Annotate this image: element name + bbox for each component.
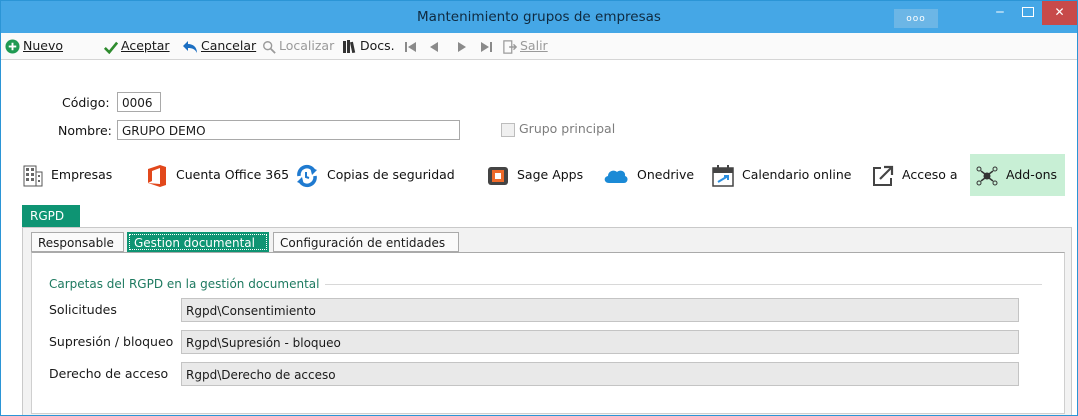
grupo-principal-label: Grupo principal: [519, 121, 616, 136]
undo-arrow-icon: [183, 40, 197, 53]
docs-label: Docs.: [360, 38, 395, 53]
group-title: Carpetas del RGPD en la gestión document…: [49, 277, 326, 291]
external-link-icon: [873, 165, 894, 186]
next-record-icon: [458, 41, 466, 52]
checkmark-icon: [104, 41, 118, 54]
maximize-button[interactable]: [1014, 1, 1042, 25]
addons-icon: [976, 166, 998, 185]
office-icon: [148, 164, 166, 187]
grupo-principal-checkbox[interactable]: [501, 123, 515, 137]
sage-apps-icon: [488, 166, 508, 185]
localizar-button[interactable]: Localizar: [262, 33, 334, 59]
minimize-button[interactable]: ‒: [986, 1, 1014, 25]
app-onedrive-label: Onedrive: [637, 167, 695, 182]
codigo-field[interactable]: 0006: [117, 92, 161, 112]
derecho-acceso-label: Derecho de acceso: [49, 366, 169, 381]
tab-rgpd[interactable]: RGPD: [22, 205, 80, 227]
nuevo-button[interactable]: Nuevo: [5, 33, 63, 59]
app-empresas-label: Empresas: [51, 167, 113, 182]
apps-bar: Empresas Cuenta Office 365 Copias de seg…: [1, 154, 1077, 196]
tab-configuracion-entidades[interactable]: Configuración de entidades: [273, 232, 459, 252]
gestion-documental-content: Carpetas del RGPD en la gestión document…: [31, 252, 1065, 414]
last-record-icon: [481, 41, 492, 52]
app-copias[interactable]: Copias de seguridad: [295, 154, 455, 196]
solicitudes-field[interactable]: Rgpd\Consentimiento: [181, 298, 1019, 322]
building-icon: [23, 165, 43, 186]
app-sage-apps[interactable]: Sage Apps: [487, 154, 583, 196]
aceptar-label: Aceptar: [121, 38, 170, 53]
cloud-icon: [604, 170, 628, 183]
toolbar: Nuevo Aceptar Cancelar Localizar Docs. S…: [1, 33, 1077, 60]
last-record-button[interactable]: [480, 33, 492, 59]
localizar-label: Localizar: [279, 38, 335, 53]
books-icon: [343, 40, 356, 53]
tab-gestion-documental[interactable]: Gestion documental: [127, 232, 269, 252]
title-options-button[interactable]: ooo: [894, 9, 938, 28]
app-acceso[interactable]: Acceso a: [872, 154, 958, 196]
docs-button[interactable]: Docs.: [343, 33, 395, 59]
cancelar-button[interactable]: Cancelar: [182, 33, 256, 59]
close-button[interactable]: ✕: [1042, 1, 1077, 25]
nuevo-label: Nuevo: [23, 38, 64, 53]
codigo-label: Código:: [62, 95, 110, 110]
salir-button[interactable]: Salir: [503, 33, 548, 59]
aceptar-button[interactable]: Aceptar: [104, 33, 170, 59]
app-office365[interactable]: Cuenta Office 365: [146, 154, 289, 196]
app-sage-apps-label: Sage Apps: [517, 167, 584, 182]
next-record-button[interactable]: [457, 33, 467, 59]
app-office365-label: Cuenta Office 365: [176, 167, 290, 182]
main-window: Mantenimiento grupos de empresas ooo ‒ ✕…: [0, 0, 1078, 416]
first-record-button[interactable]: [405, 33, 417, 59]
rgpd-panel: Responsable Gestion documental Configura…: [22, 227, 1072, 415]
app-acceso-label: Acceso a: [902, 167, 958, 182]
app-addons[interactable]: Add-ons: [970, 154, 1066, 196]
solicitudes-label: Solicitudes: [49, 302, 117, 317]
supresion-label: Supresión / bloqueo: [49, 334, 174, 349]
app-calendario[interactable]: Calendario online: [712, 154, 851, 196]
salir-label: Salir: [520, 38, 548, 53]
sync-icon: [297, 164, 317, 187]
first-record-icon: [405, 41, 416, 52]
group-separator: [322, 284, 1042, 285]
nombre-field[interactable]: GRUPO DEMO: [117, 120, 460, 140]
previous-record-button[interactable]: [429, 33, 439, 59]
app-empresas[interactable]: Empresas: [23, 154, 112, 196]
exit-icon: [503, 39, 517, 54]
title-bar: Mantenimiento grupos de empresas ooo ‒ ✕: [1, 1, 1077, 33]
search-icon: [263, 40, 276, 54]
cancelar-label: Cancelar: [201, 38, 257, 53]
supresion-field[interactable]: Rgpd\Supresión - bloqueo: [181, 330, 1019, 354]
app-calendario-label: Calendario online: [742, 167, 852, 182]
nombre-label: Nombre:: [58, 123, 112, 138]
previous-record-icon: [430, 41, 438, 52]
calendar-icon: [712, 164, 734, 187]
app-copias-label: Copias de seguridad: [327, 167, 455, 182]
tab-responsable[interactable]: Responsable: [31, 232, 124, 252]
maximize-icon: [1022, 7, 1034, 17]
add-circle-icon: [5, 39, 20, 54]
app-onedrive[interactable]: Onedrive: [603, 154, 694, 196]
app-addons-label: Add-ons: [1006, 167, 1058, 182]
derecho-acceso-field[interactable]: Rgpd\Derecho de acceso: [181, 362, 1019, 386]
